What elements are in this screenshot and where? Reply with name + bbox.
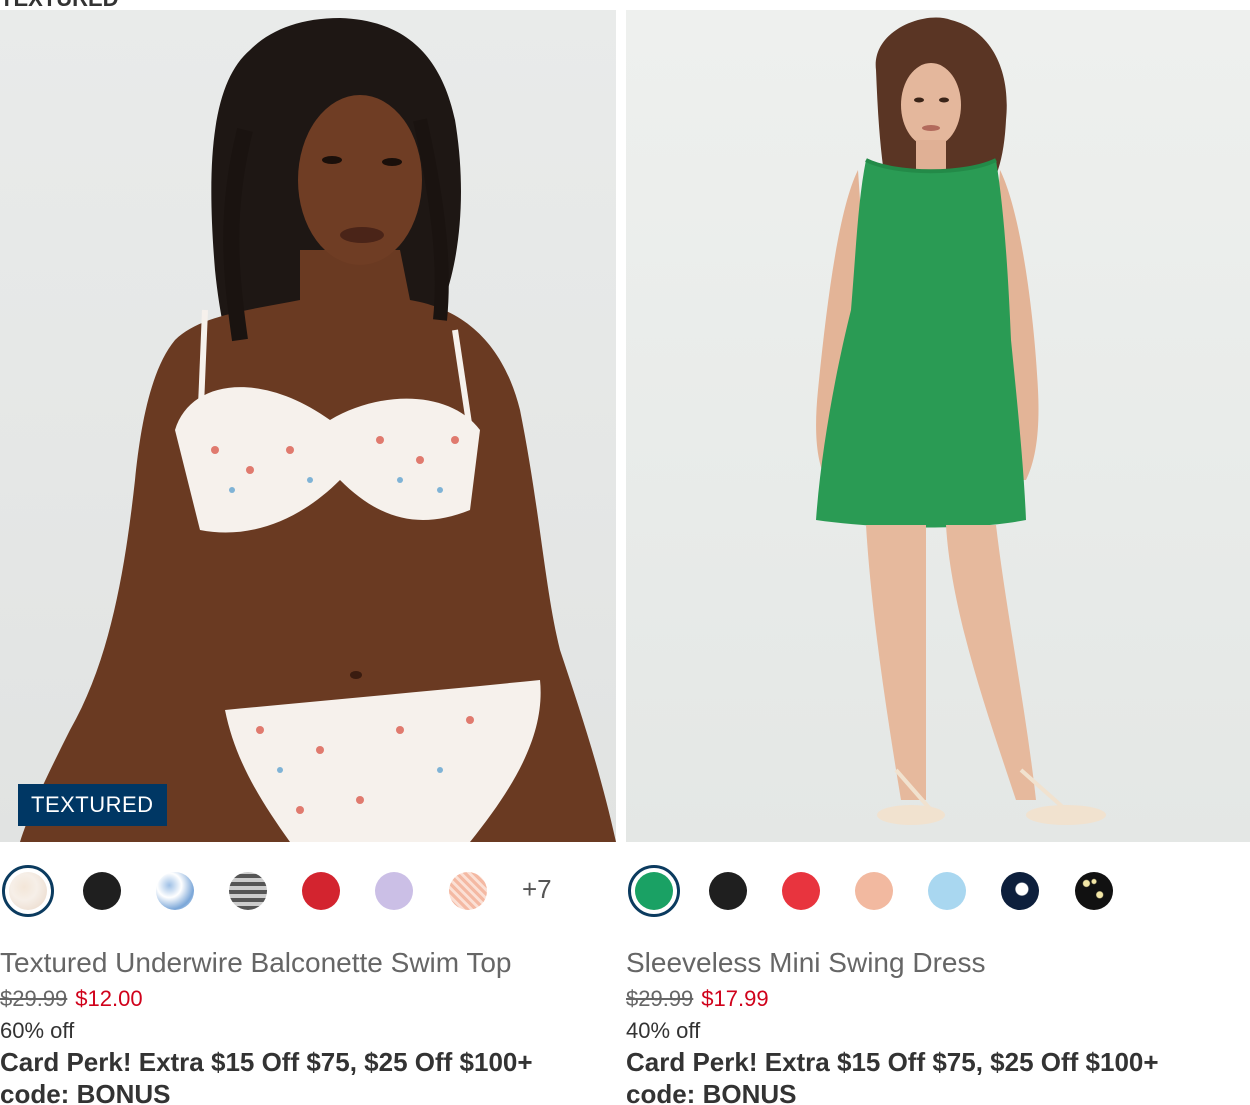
product-info: Textured Underwire Balconette Swim Top $… [0,946,616,1105]
section-heading: TEXTURED [0,0,119,11]
swatch-floral-white[interactable] [2,865,54,917]
color-swatches: +7 [0,842,616,946]
color-swatches [626,842,1250,946]
model-bikini-photo [20,18,616,842]
swatch-black-dot[interactable] [1075,872,1113,910]
product-card-swing-dress[interactable]: Sleeveless Mini Swing Dress $29.99 $17.99… [626,10,1250,1105]
swatch-red[interactable] [782,872,820,910]
model-dress-photo [816,17,1106,825]
promo-code-text: code: BONUS [626,1079,797,1105]
more-colors-link[interactable]: +7 [522,874,552,905]
product-title[interactable]: Sleeveless Mini Swing Dress [626,946,1250,980]
original-price: $29.99 [0,986,68,1011]
discount-text: 40% off [626,1018,701,1043]
swatch-peach[interactable] [855,872,893,910]
promo-code-text: code: BONUS [0,1079,171,1105]
sale-price: $12.00 [75,986,143,1011]
swatch-green[interactable] [628,865,680,917]
swatch-gingham[interactable] [229,872,267,910]
swatch-lavender[interactable] [375,872,413,910]
swatch-blue-floral[interactable] [156,872,194,910]
swatch-peach-print[interactable] [449,872,487,910]
textured-badge: TEXTURED [18,784,167,826]
swatch-light-blue[interactable] [928,872,966,910]
price-row: $29.99 $17.99 [626,984,1250,1014]
product-title[interactable]: Textured Underwire Balconette Swim Top [0,946,616,980]
product-grid: TEXTURED +7 Textured Underwire Balconett… [0,0,1250,1105]
discount-text: 60% off [0,1018,75,1043]
product-card-swim-top[interactable]: TEXTURED +7 Textured Underwire Balconett… [0,10,616,1105]
swatch-red[interactable] [302,872,340,910]
card-perk-text: Card Perk! Extra $15 Off $75, $25 Off $1… [0,1047,533,1077]
product-image[interactable]: TEXTURED [0,10,616,842]
card-perk-text: Card Perk! Extra $15 Off $75, $25 Off $1… [626,1047,1159,1077]
sale-price: $17.99 [701,986,769,1011]
swatch-black[interactable] [709,872,747,910]
product-info: Sleeveless Mini Swing Dress $29.99 $17.99… [626,946,1250,1105]
original-price: $29.99 [626,986,694,1011]
price-row: $29.99 $12.00 [0,984,616,1014]
swatch-black[interactable] [83,872,121,910]
product-image[interactable] [626,10,1250,842]
swatch-navy-floral[interactable] [1001,872,1039,910]
